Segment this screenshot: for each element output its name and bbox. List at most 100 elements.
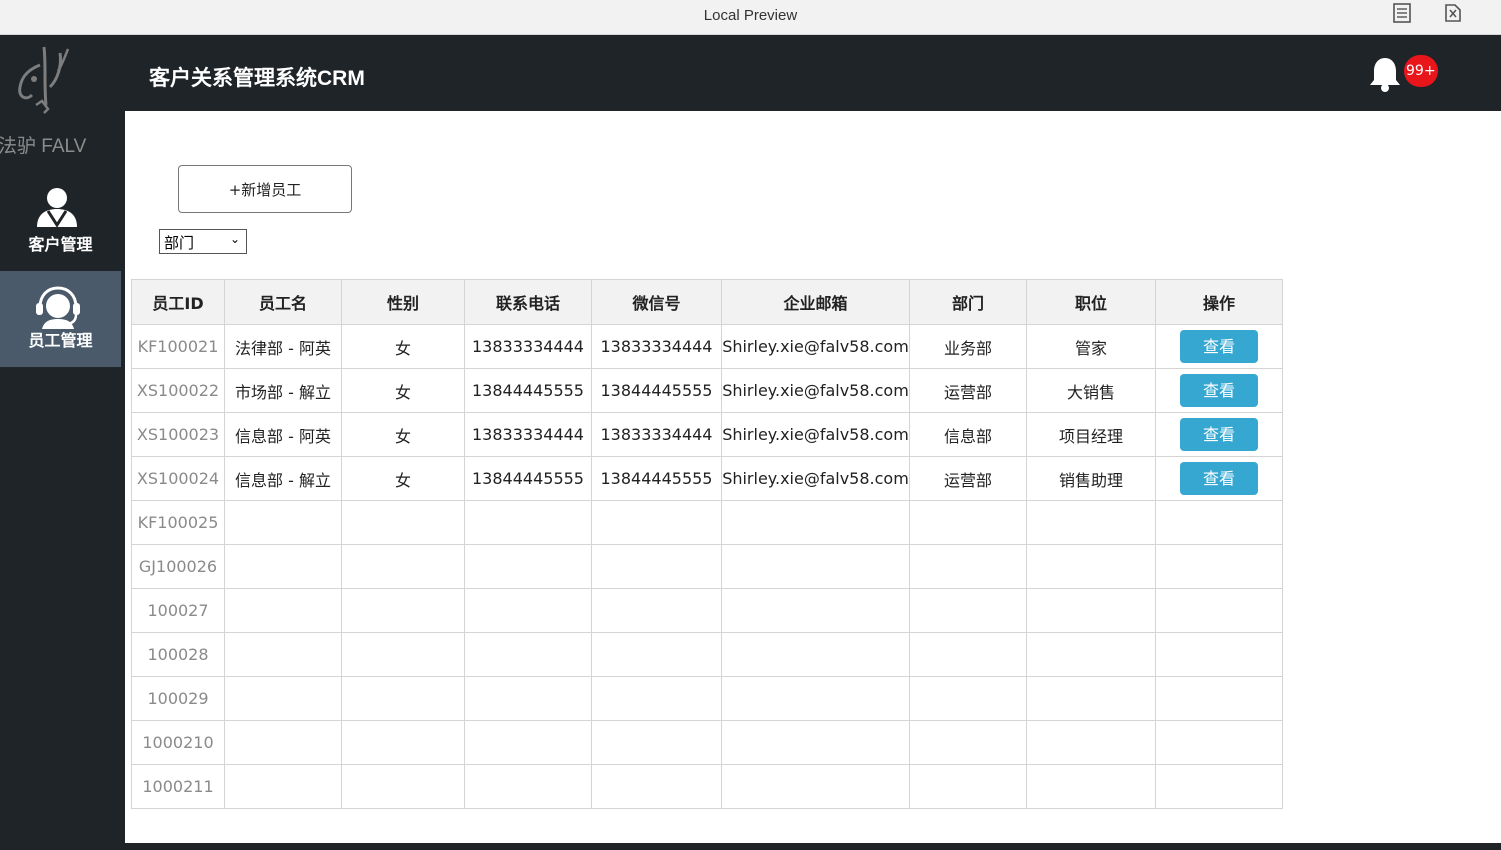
cell-id: XS100022 xyxy=(131,368,225,413)
cell-gender: 女 xyxy=(341,324,465,369)
column-header: 职位 xyxy=(1026,279,1156,325)
employee-table: 员工ID 员工名 性别 联系电话 微信号 企业邮箱 部门 职位 操作 KF100… xyxy=(131,279,1283,809)
cell-gender xyxy=(341,544,465,589)
bottom-bar xyxy=(125,843,1501,850)
view-button[interactable]: 查看 xyxy=(1180,374,1258,407)
sidebar-item-employees[interactable]: 员工管理 xyxy=(0,271,121,367)
notification-bell-icon[interactable] xyxy=(1368,56,1402,96)
cell-position xyxy=(1026,500,1156,545)
cell-action: 查看 xyxy=(1155,412,1283,457)
table-row: KF100021 法律部 - 阿英女 13833334444 13833334444 S… xyxy=(131,324,1283,369)
window-title: Local Preview xyxy=(703,7,798,24)
cell-email xyxy=(721,588,910,633)
cell-id: XS100023 xyxy=(131,412,225,457)
cell-wechat xyxy=(591,632,722,677)
cell-email xyxy=(721,632,910,677)
view-button[interactable]: 查看 xyxy=(1180,462,1258,495)
cell-dept: 运营部 xyxy=(909,456,1027,501)
cell-name xyxy=(224,588,342,633)
cell-phone xyxy=(464,632,592,677)
cell-position: 销售助理 xyxy=(1026,456,1156,501)
table-row: 1000210 xyxy=(131,720,1283,765)
cell-wechat: 13844445555 xyxy=(591,368,722,413)
cell-name xyxy=(224,764,342,809)
cell-phone: 13833334444 xyxy=(464,324,592,369)
table-row: KF100025 xyxy=(131,500,1283,545)
sidebar: 法驴 FALV 客户管理 员工管理 xyxy=(0,35,125,850)
table-header-row: 员工ID 员工名 性别 联系电话 微信号 企业邮箱 部门 职位 操作 xyxy=(131,279,1283,325)
view-button[interactable]: 查看 xyxy=(1180,330,1258,363)
cell-id: 1000211 xyxy=(131,764,225,809)
cell-id: XS100024 xyxy=(131,456,225,501)
cell-id: KF100025 xyxy=(131,500,225,545)
cell-action xyxy=(1155,500,1283,545)
logo-text: 法驴 FALV xyxy=(0,136,87,157)
open-external-icon[interactable] xyxy=(1443,3,1463,23)
brand-logo[interactable]: 法驴 FALV xyxy=(0,35,125,160)
cell-position xyxy=(1026,632,1156,677)
cell-phone xyxy=(464,588,592,633)
column-header: 操作 xyxy=(1155,279,1283,325)
cell-dept: 信息部 xyxy=(909,412,1027,457)
column-header: 企业邮箱 xyxy=(721,279,910,325)
cell-id: 100029 xyxy=(131,676,225,721)
cell-dept: 业务部 xyxy=(909,324,1027,369)
cell-id: KF100021 xyxy=(131,324,225,369)
cell-phone: 13844445555 xyxy=(464,368,592,413)
cell-action: 查看 xyxy=(1155,368,1283,413)
column-header: 微信号 xyxy=(591,279,722,325)
cell-gender: 女 xyxy=(341,456,465,501)
notification-badge: 99+ xyxy=(1404,55,1438,87)
cell-action: 查看 xyxy=(1155,456,1283,501)
department-select[interactable]: 部门 ⌄ xyxy=(159,229,247,254)
column-header: 性别 xyxy=(341,279,465,325)
cell-dept xyxy=(909,676,1027,721)
cell-action: 查看 xyxy=(1155,324,1283,369)
cell-email xyxy=(721,500,910,545)
cell-gender xyxy=(341,720,465,765)
cell-email: Shirley.xie@falv58.com xyxy=(721,324,910,369)
add-employee-button[interactable]: +新增员工 xyxy=(178,165,352,213)
sidebar-item-label: 客户管理 xyxy=(28,235,93,254)
cell-name: 信息部 - 阿英 xyxy=(224,412,342,457)
cell-wechat xyxy=(591,764,722,809)
reader-view-icon[interactable] xyxy=(1392,3,1412,23)
cell-action xyxy=(1155,676,1283,721)
view-button[interactable]: 查看 xyxy=(1180,418,1258,451)
top-header: 客户关系管理系统CRM 99+ xyxy=(125,35,1501,111)
sidebar-item-label: 员工管理 xyxy=(28,331,93,350)
cell-name: 信息部 - 解立 xyxy=(224,456,342,501)
cell-email: Shirley.xie@falv58.com xyxy=(721,456,910,501)
table-row: 100029 xyxy=(131,676,1283,721)
sidebar-item-customers[interactable]: 客户管理 xyxy=(0,175,121,271)
main-content: +新增员工 部门 ⌄ 员工ID 员工名 性别 联系电话 微信号 企业邮箱 部门 … xyxy=(125,111,1501,843)
cell-email xyxy=(721,544,910,589)
cell-position: 项目经理 xyxy=(1026,412,1156,457)
cell-email: Shirley.xie@falv58.com xyxy=(721,368,910,413)
cell-action xyxy=(1155,588,1283,633)
cell-name: 市场部 - 解立 xyxy=(224,368,342,413)
cell-position xyxy=(1026,764,1156,809)
cell-name xyxy=(224,676,342,721)
cell-gender xyxy=(341,500,465,545)
cell-wechat: 13833334444 xyxy=(591,412,722,457)
column-header: 员工名 xyxy=(224,279,342,325)
cell-name: 法律部 - 阿英 xyxy=(224,324,342,369)
cell-action xyxy=(1155,544,1283,589)
cell-id: 100028 xyxy=(131,632,225,677)
table-row: XS100023 信息部 - 阿英女 13833334444 13833334444 S… xyxy=(131,412,1283,457)
table-row: 100027 xyxy=(131,588,1283,633)
cell-wechat xyxy=(591,588,722,633)
cell-phone xyxy=(464,544,592,589)
headset-support-icon xyxy=(36,286,80,329)
cell-dept xyxy=(909,720,1027,765)
table-row: XS100024 信息部 - 解立女 13844445555 13844445555 S… xyxy=(131,456,1283,501)
cell-name xyxy=(224,500,342,545)
cell-dept xyxy=(909,588,1027,633)
cell-action xyxy=(1155,720,1283,765)
cell-wechat xyxy=(591,500,722,545)
cell-gender xyxy=(341,676,465,721)
cell-dept xyxy=(909,500,1027,545)
cell-position xyxy=(1026,544,1156,589)
cell-gender xyxy=(341,632,465,677)
